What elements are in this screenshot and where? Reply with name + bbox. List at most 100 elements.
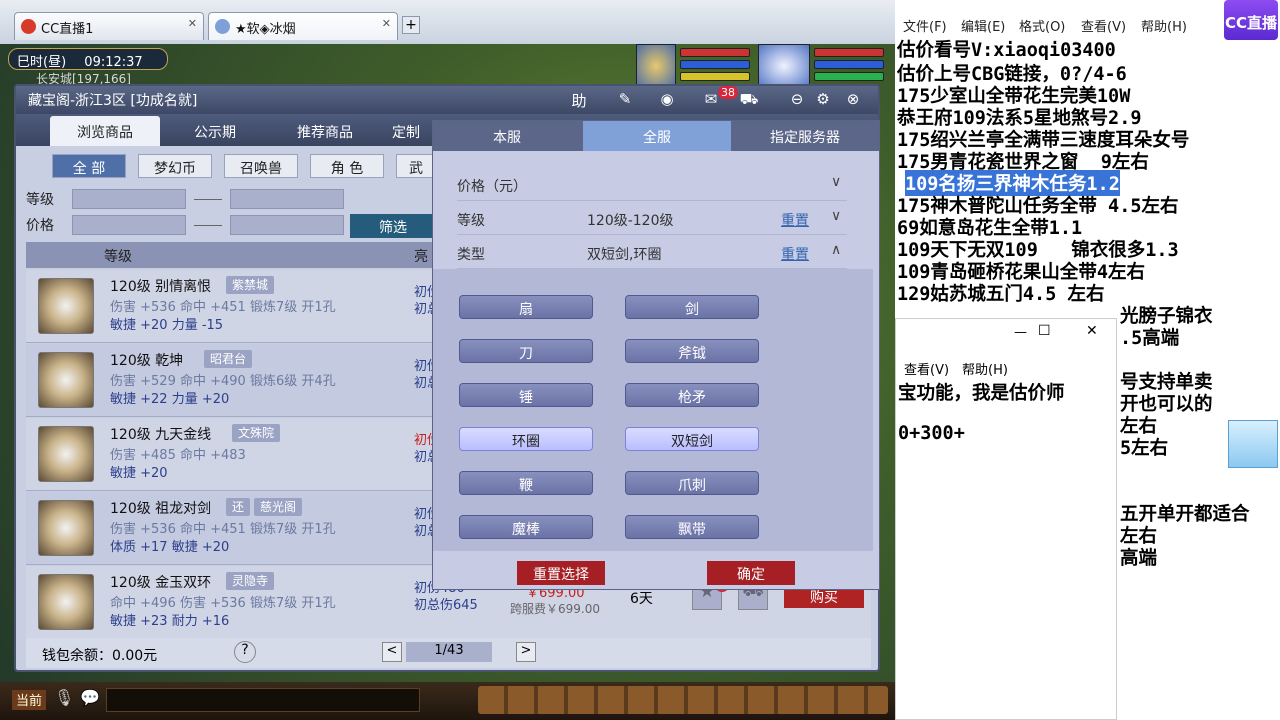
chat-input[interactable]	[106, 688, 420, 712]
confirm-button[interactable]: 确定	[707, 561, 795, 585]
filter-button[interactable]: 筛选	[350, 214, 436, 238]
option-ring[interactable]: 环圈	[459, 427, 593, 451]
minimize-icon[interactable]: ⊖	[786, 90, 808, 110]
item-attrs: 敏捷 +20 力量 -15	[110, 318, 224, 333]
level-row[interactable]: 等级 120级-120级 重置 ∨	[457, 203, 847, 235]
price-min-input[interactable]	[72, 215, 186, 235]
next-page-button[interactable]: >	[516, 642, 536, 662]
level-min-input[interactable]	[72, 189, 186, 209]
option-ribbon[interactable]: 飘带	[625, 515, 759, 539]
note-line: 0+300+	[898, 423, 965, 444]
note-line: 129姑苏城五门4.5 左右	[897, 284, 1105, 305]
tab-specific-server[interactable]: 指定服务器	[731, 121, 879, 151]
notepad-window-2: — ☐ ✕ 查看(V) 帮助(H) 宝功能，我是估价师 0+300+	[895, 318, 1117, 720]
type-options-panel: 扇 剑 刀 斧钺 锤 枪矛 环圈 双短剑 鞭 爪刺 魔棒 飘带	[433, 269, 873, 551]
channel-button[interactable]: 当前	[12, 690, 46, 710]
menu-view[interactable]: 查看(V)	[904, 359, 949, 378]
item-attrs: 敏捷 +22 力量 +20	[110, 392, 230, 407]
option-blade[interactable]: 刀	[459, 339, 593, 363]
notepad-menu: 文件(F) 编辑(E) 格式(O) 查看(V) 帮助(H)	[895, 12, 1280, 35]
settings-icon[interactable]: ⚙	[812, 90, 834, 110]
option-spear[interactable]: 枪矛	[625, 383, 759, 407]
tab-recommend[interactable]: 推荐商品	[270, 116, 380, 146]
menu-format[interactable]: 格式(O)	[1019, 16, 1065, 35]
tab-all-servers[interactable]: 全服	[583, 121, 731, 151]
category-weapon[interactable]: 武	[396, 154, 436, 178]
pet-portrait[interactable]	[758, 44, 810, 88]
menu-help[interactable]: 帮助(H)	[962, 359, 1008, 378]
category-currency[interactable]: 梦幻币	[138, 154, 212, 178]
tab-custom[interactable]: 定制	[380, 116, 432, 146]
menu-edit[interactable]: 编辑(E)	[961, 16, 1005, 35]
tab-local-server[interactable]: 本服	[433, 121, 581, 151]
tab-browse[interactable]: 浏览商品	[50, 116, 160, 146]
maximize-icon[interactable]: ☐	[1038, 323, 1051, 339]
option-wand[interactable]: 魔棒	[459, 515, 593, 539]
option-fan[interactable]: 扇	[459, 295, 593, 319]
server-tabs: 本服 全服 指定服务器	[433, 121, 879, 151]
option-axe[interactable]: 斧钺	[625, 339, 759, 363]
type-row[interactable]: 类型 双短剑,环圈 重置 ∧	[457, 237, 847, 269]
price-max-input[interactable]	[230, 215, 344, 235]
cc-logo: CC直播	[1224, 0, 1278, 40]
browser-tab-cc[interactable]: CC直播1 ✕	[14, 12, 204, 40]
page-indicator: 1/43	[406, 642, 492, 662]
category-pet[interactable]: 召唤兽	[224, 154, 298, 178]
level-max-input[interactable]	[230, 189, 344, 209]
tab-public[interactable]: 公示期	[160, 116, 270, 146]
item-attrs: 敏捷 +23 耐力 +16	[110, 614, 230, 629]
help-button[interactable]: 助	[568, 90, 590, 110]
price-label: 价格（元）	[457, 179, 527, 195]
close-icon[interactable]: ✕	[382, 17, 391, 30]
store-badge: 紫禁城	[226, 276, 275, 294]
item-icon	[38, 426, 94, 482]
minimize-icon[interactable]: —	[1014, 325, 1027, 340]
price-filter-label: 价格	[26, 218, 54, 234]
close-icon[interactable]: ⊗	[842, 90, 864, 110]
reset-selection-button[interactable]: 重置选择	[517, 561, 605, 585]
server-filter-dropdown: 本服 全服 指定服务器 价格（元） ∨ 等级 120级-120级 重置 ∨ 类型…	[432, 120, 880, 590]
option-sword[interactable]: 剑	[625, 295, 759, 319]
cart-icon[interactable]: ⛟	[738, 90, 760, 110]
category-all[interactable]: 全 部	[52, 154, 126, 178]
menu-view[interactable]: 查看(V)	[1081, 16, 1126, 35]
menu-help[interactable]: 帮助(H)	[1141, 16, 1187, 35]
mp-bar	[680, 60, 750, 69]
tab-label: CC直播1	[41, 22, 94, 37]
option-hammer[interactable]: 锤	[459, 383, 593, 407]
floating-widget[interactable]	[1228, 420, 1278, 468]
type-label: 类型	[457, 247, 485, 263]
price-row[interactable]: 价格（元） ∨	[457, 169, 847, 201]
return-badge: 还	[226, 498, 251, 516]
store-badge: 慈光阁	[254, 498, 303, 516]
header-level: 等级	[104, 249, 132, 265]
chevron-up-icon[interactable]: ∧	[831, 242, 841, 258]
new-tab-button[interactable]: +	[402, 16, 420, 34]
close-icon[interactable]: ✕	[1086, 323, 1098, 339]
help-icon[interactable]: ?	[234, 641, 256, 663]
character-portrait[interactable]	[636, 44, 676, 88]
level-reset-link[interactable]: 重置	[781, 210, 809, 230]
type-value: 双短剑,环圈	[587, 247, 662, 263]
option-whip[interactable]: 鞭	[459, 471, 593, 495]
item-stats: 伤害 +536 命中 +451 锻炼7级 开1孔	[110, 300, 336, 315]
menu-file[interactable]: 文件(F)	[903, 16, 947, 35]
cross-server-price: 跨服费￥699.00	[510, 602, 600, 616]
option-dual-swords[interactable]: 双短剑	[625, 427, 759, 451]
chevron-down-icon[interactable]: ∨	[831, 174, 841, 190]
browser-tab-game[interactable]: ★软◈冰烟 ✕	[208, 12, 398, 40]
edit-icon[interactable]: ✎	[614, 90, 636, 110]
item-stats: 伤害 +529 命中 +490 锻炼6级 开4孔	[110, 374, 336, 389]
option-claw[interactable]: 爪刺	[625, 471, 759, 495]
category-role[interactable]: 角 色	[310, 154, 384, 178]
type-reset-link[interactable]: 重置	[781, 244, 809, 264]
chevron-down-icon[interactable]: ∨	[831, 208, 841, 224]
record-icon[interactable]: ◉	[656, 90, 678, 110]
chat-icon[interactable]: 💬	[80, 688, 102, 712]
microphone-icon[interactable]: 🎙	[54, 688, 76, 712]
game-taskbar: 当前 🎙 💬	[0, 682, 895, 720]
note-line: 估价看号V:xiaoqi03400	[897, 40, 1116, 61]
prev-page-button[interactable]: <	[382, 642, 402, 662]
skill-shortcut-bar[interactable]	[478, 686, 888, 714]
close-icon[interactable]: ✕	[188, 17, 197, 30]
